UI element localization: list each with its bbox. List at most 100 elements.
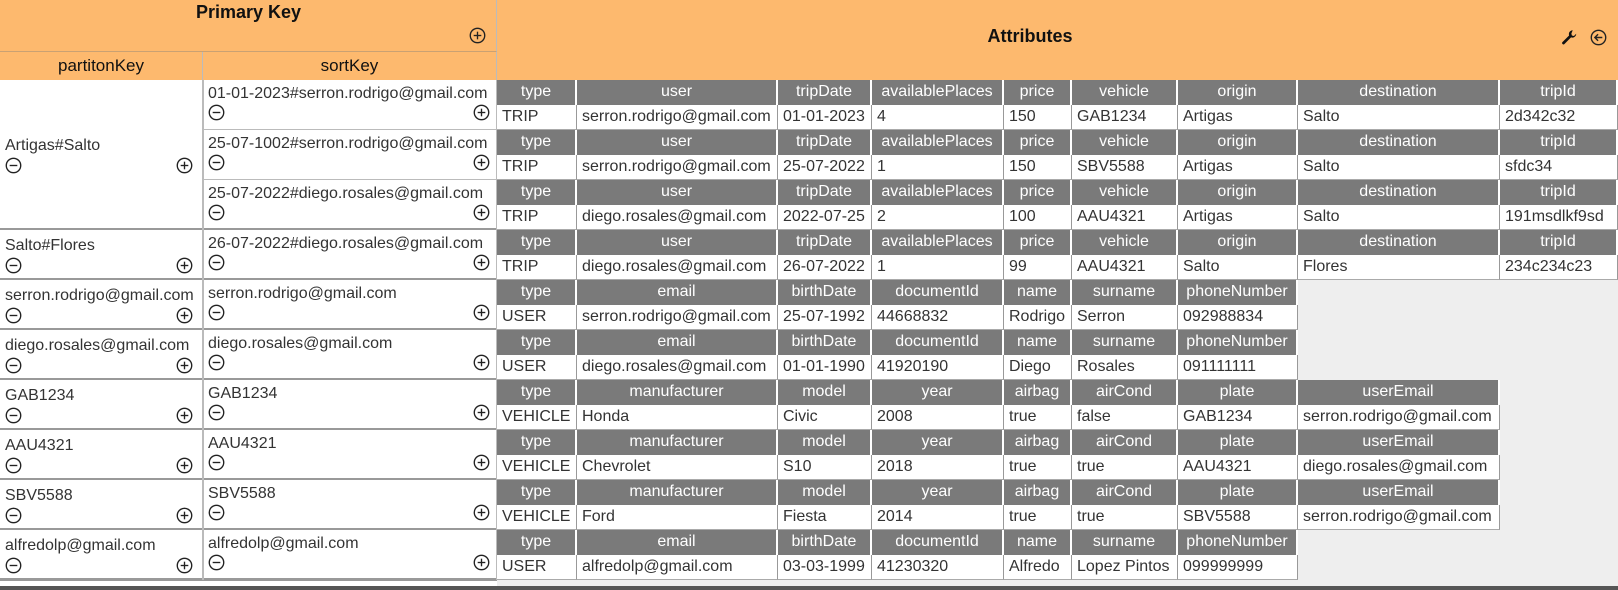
- add-sort-key-icon[interactable]: [176, 457, 193, 474]
- add-attribute-icon[interactable]: [473, 104, 490, 121]
- attribute-value-cell[interactable]: serron.rodrigo@gmail.com: [1298, 405, 1500, 430]
- attribute-value-cell[interactable]: 2: [872, 205, 1004, 230]
- attribute-value-cell[interactable]: 25-07-1992: [778, 305, 872, 330]
- add-sort-key-icon[interactable]: [176, 307, 193, 324]
- attribute-value-cell[interactable]: serron.rodrigo@gmail.com: [577, 155, 778, 180]
- attribute-value-cell[interactable]: Civic: [778, 405, 872, 430]
- wrench-icon[interactable]: [1561, 29, 1578, 46]
- add-attribute-icon[interactable]: [473, 304, 490, 321]
- attribute-value-cell[interactable]: AAU4321: [1072, 205, 1178, 230]
- add-partition-icon[interactable]: [469, 27, 486, 44]
- remove-item-icon[interactable]: [208, 454, 225, 471]
- attribute-value-cell[interactable]: 2d342c32: [1500, 105, 1618, 130]
- attribute-value-cell[interactable]: S10: [778, 455, 872, 480]
- remove-item-icon[interactable]: [208, 304, 225, 321]
- remove-partition-icon[interactable]: [5, 357, 22, 374]
- attribute-value-cell[interactable]: 03-03-1999: [778, 555, 872, 580]
- attribute-value-cell[interactable]: 4: [872, 105, 1004, 130]
- attribute-value-cell[interactable]: 25-07-2022: [778, 155, 872, 180]
- attribute-value-cell[interactable]: TRIP: [497, 205, 577, 230]
- attribute-value-cell[interactable]: 99: [1004, 255, 1072, 280]
- attribute-value-cell[interactable]: Artigas: [1178, 155, 1298, 180]
- attribute-value-cell[interactable]: true: [1004, 405, 1072, 430]
- attribute-value-cell[interactable]: Artigas: [1178, 205, 1298, 230]
- attribute-value-cell[interactable]: sfdc34: [1500, 155, 1618, 180]
- attribute-value-cell[interactable]: 41920190: [872, 355, 1004, 380]
- add-attribute-icon[interactable]: [473, 354, 490, 371]
- attribute-value-cell[interactable]: TRIP: [497, 155, 577, 180]
- add-sort-key-icon[interactable]: [176, 357, 193, 374]
- attribute-value-cell[interactable]: Diego: [1004, 355, 1072, 380]
- attribute-value-cell[interactable]: Artigas: [1178, 105, 1298, 130]
- remove-item-icon[interactable]: [208, 254, 225, 271]
- remove-partition-icon[interactable]: [5, 407, 22, 424]
- attribute-value-cell[interactable]: Salto: [1298, 105, 1500, 130]
- attribute-value-cell[interactable]: 150: [1004, 155, 1072, 180]
- attribute-value-cell[interactable]: AAU4321: [1072, 255, 1178, 280]
- add-attribute-icon[interactable]: [473, 504, 490, 521]
- attribute-value-cell[interactable]: Chevrolet: [577, 455, 778, 480]
- attribute-value-cell[interactable]: 091111111: [1178, 355, 1298, 380]
- attribute-value-cell[interactable]: Fiesta: [778, 505, 872, 530]
- attribute-value-cell[interactable]: 092988834: [1178, 305, 1298, 330]
- remove-partition-icon[interactable]: [5, 507, 22, 524]
- attribute-value-cell[interactable]: Salto: [1298, 155, 1500, 180]
- attribute-value-cell[interactable]: TRIP: [497, 255, 577, 280]
- add-attribute-icon[interactable]: [473, 254, 490, 271]
- add-attribute-icon[interactable]: [473, 404, 490, 421]
- add-sort-key-icon[interactable]: [176, 507, 193, 524]
- remove-partition-icon[interactable]: [5, 257, 22, 274]
- attribute-value-cell[interactable]: serron.rodrigo@gmail.com: [1298, 505, 1500, 530]
- attribute-value-cell[interactable]: VEHICLE: [497, 455, 577, 480]
- remove-item-icon[interactable]: [208, 204, 225, 221]
- attribute-value-cell[interactable]: 01-01-2023: [778, 105, 872, 130]
- attribute-value-cell[interactable]: VEHICLE: [497, 505, 577, 530]
- attribute-value-cell[interactable]: Serron: [1072, 305, 1178, 330]
- attribute-value-cell[interactable]: 234c234c23: [1500, 255, 1618, 280]
- attribute-value-cell[interactable]: 01-01-1990: [778, 355, 872, 380]
- add-sort-key-icon[interactable]: [176, 407, 193, 424]
- attribute-value-cell[interactable]: Alfredo: [1004, 555, 1072, 580]
- remove-item-icon[interactable]: [208, 154, 225, 171]
- attribute-value-cell[interactable]: Honda: [577, 405, 778, 430]
- attribute-value-cell[interactable]: true: [1072, 455, 1178, 480]
- attribute-value-cell[interactable]: Salto: [1298, 205, 1500, 230]
- attribute-value-cell[interactable]: USER: [497, 355, 577, 380]
- attribute-value-cell[interactable]: TRIP: [497, 105, 577, 130]
- attribute-value-cell[interactable]: 1: [872, 155, 1004, 180]
- attribute-value-cell[interactable]: Salto: [1178, 255, 1298, 280]
- remove-partition-icon[interactable]: [5, 457, 22, 474]
- attribute-value-cell[interactable]: diego.rosales@gmail.com: [577, 355, 778, 380]
- remove-partition-icon[interactable]: [5, 557, 22, 574]
- attribute-value-cell[interactable]: 2022-07-25: [778, 205, 872, 230]
- remove-item-icon[interactable]: [208, 554, 225, 571]
- attribute-value-cell[interactable]: serron.rodrigo@gmail.com: [577, 105, 778, 130]
- add-attribute-icon[interactable]: [473, 204, 490, 221]
- add-sort-key-icon[interactable]: [176, 557, 193, 574]
- add-attribute-icon[interactable]: [473, 554, 490, 571]
- attribute-value-cell[interactable]: 2018: [872, 455, 1004, 480]
- attribute-value-cell[interactable]: diego.rosales@gmail.com: [577, 205, 778, 230]
- attribute-value-cell[interactable]: true: [1004, 455, 1072, 480]
- collapse-attributes-icon[interactable]: [1590, 29, 1607, 46]
- attribute-value-cell[interactable]: AAU4321: [1178, 455, 1298, 480]
- attribute-value-cell[interactable]: 1: [872, 255, 1004, 280]
- attribute-value-cell[interactable]: diego.rosales@gmail.com: [577, 255, 778, 280]
- attribute-value-cell[interactable]: serron.rodrigo@gmail.com: [577, 305, 778, 330]
- remove-partition-icon[interactable]: [5, 157, 22, 174]
- attribute-value-cell[interactable]: 2008: [872, 405, 1004, 430]
- add-attribute-icon[interactable]: [473, 454, 490, 471]
- remove-partition-icon[interactable]: [5, 307, 22, 324]
- attribute-value-cell[interactable]: USER: [497, 555, 577, 580]
- attribute-value-cell[interactable]: SBV5588: [1178, 505, 1298, 530]
- attribute-value-cell[interactable]: 191msdlkf9sd: [1500, 205, 1618, 230]
- remove-item-icon[interactable]: [208, 354, 225, 371]
- attribute-value-cell[interactable]: false: [1072, 405, 1178, 430]
- attribute-value-cell[interactable]: Rodrigo: [1004, 305, 1072, 330]
- add-sort-key-icon[interactable]: [176, 157, 193, 174]
- attribute-value-cell[interactable]: SBV5588: [1072, 155, 1178, 180]
- attribute-value-cell[interactable]: true: [1072, 505, 1178, 530]
- remove-item-icon[interactable]: [208, 104, 225, 121]
- attribute-value-cell[interactable]: 2014: [872, 505, 1004, 530]
- add-sort-key-icon[interactable]: [176, 257, 193, 274]
